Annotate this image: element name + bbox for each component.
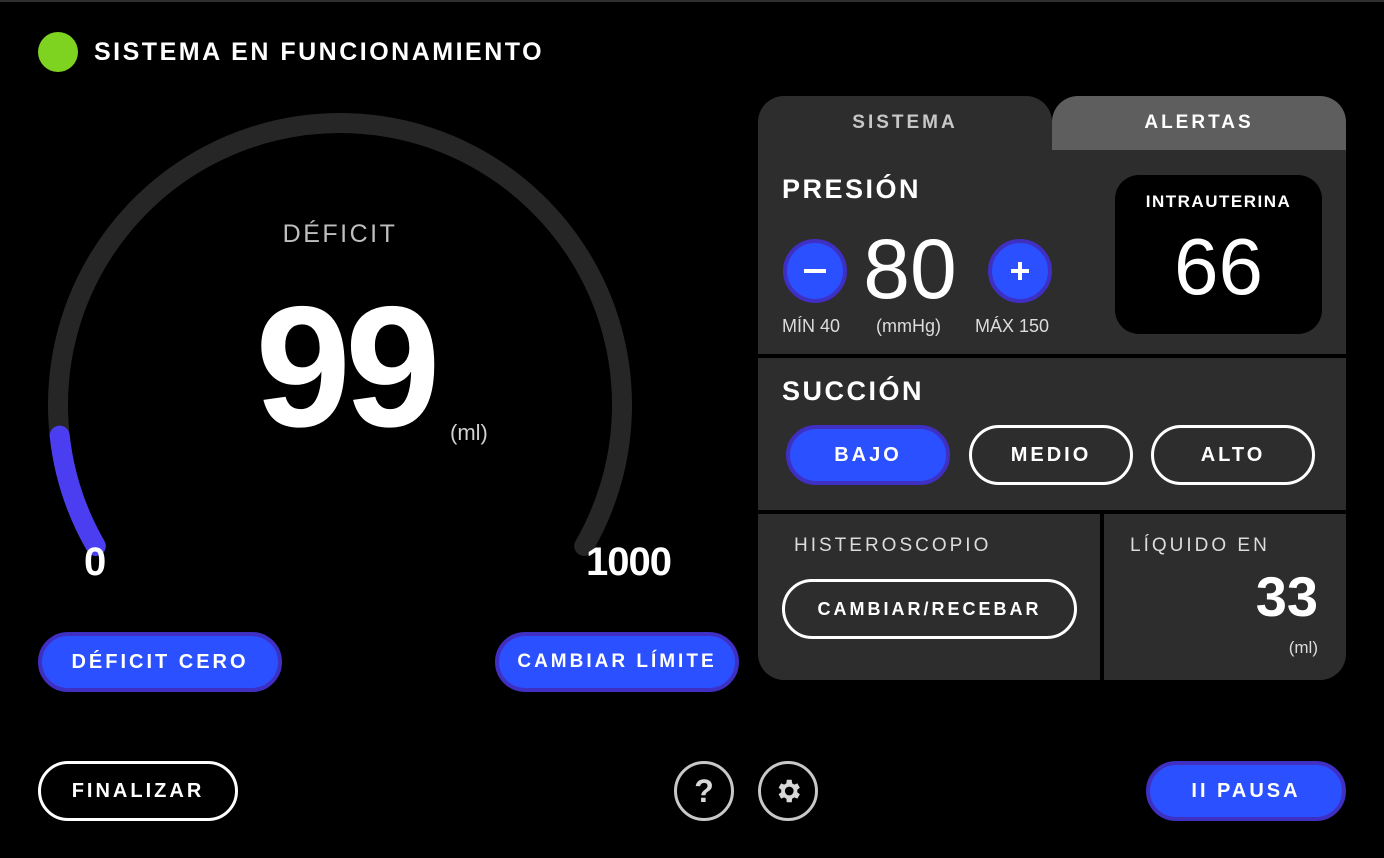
fluid-unit: (ml) [1288, 638, 1318, 657]
pressure-decrease-button[interactable] [783, 239, 847, 303]
pressure-min-label: MÍN 40 [782, 316, 841, 336]
change-limit-button[interactable]: CAMBIAR LÍMITE [495, 632, 739, 692]
gauge-fill [49, 425, 106, 556]
gauge-min-label: 0 [84, 540, 107, 584]
help-icon: ? [694, 772, 714, 809]
gear-icon [778, 779, 800, 803]
pause-button[interactable]: II PAUSA [1146, 761, 1346, 821]
plus-icon [1011, 262, 1029, 280]
intrauterine-label: INTRAUTERINA [1145, 192, 1292, 211]
pressure-max-label: MÁX 150 [975, 316, 1050, 336]
pressure-increase-button[interactable] [988, 239, 1052, 303]
deficit-unit: (ml) [450, 420, 488, 445]
gauge-max-label: 1000 [586, 540, 672, 584]
deficit-value: 99 [255, 271, 440, 463]
help-button[interactable]: ? [674, 761, 734, 821]
pressure-title: PRESIÓN [782, 174, 922, 204]
deficit-zero-button[interactable]: DÉFICIT CERO [38, 632, 282, 692]
suction-high-button[interactable]: ALTO [1151, 425, 1315, 485]
fluid-title: LÍQUIDO EN [1130, 535, 1270, 556]
fluid-value: 33 [1255, 565, 1318, 628]
intrauterine-value: 66 [1174, 222, 1263, 311]
tab-alertas-label: ALERTAS [1144, 112, 1254, 133]
deficit-label: DÉFICIT [282, 220, 398, 248]
change-refill-button[interactable]: CAMBIAR/RECEBAR [782, 579, 1077, 639]
hysteroscope-title: HISTEROSCOPIO [794, 535, 992, 556]
minus-icon [804, 269, 826, 273]
settings-button[interactable] [758, 761, 818, 821]
tab-sistema-label: SISTEMA [852, 112, 958, 133]
suction-title: SUCCIÓN [782, 376, 925, 406]
finish-button[interactable]: FINALIZAR [38, 761, 238, 821]
suction-medium-button[interactable]: MEDIO [969, 425, 1133, 485]
suction-low-button[interactable]: BAJO [786, 425, 950, 485]
pressure-unit: (mmHg) [876, 316, 941, 336]
pressure-value: 80 [863, 222, 957, 316]
